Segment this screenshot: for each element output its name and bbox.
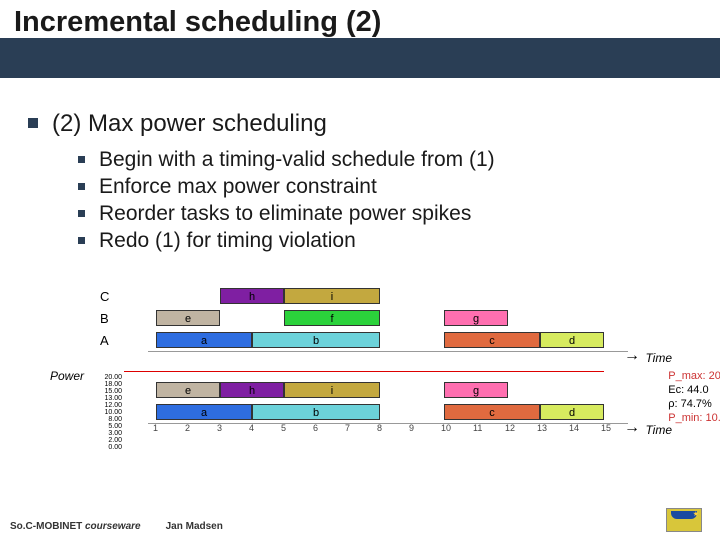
task-bar: d (540, 404, 604, 420)
slide-title: Incremental scheduling (2) (14, 6, 381, 39)
task-bar: b (252, 404, 380, 420)
ist-logo: ★ (666, 508, 702, 532)
title-bar (0, 38, 720, 78)
gantt-row: Aabcd (100, 329, 630, 351)
arrow-right-icon: → (624, 347, 640, 365)
bullet-level2: Enforce max power constraint (78, 175, 700, 199)
task-bar: h (220, 382, 284, 398)
slide: Incremental scheduling (2) (2) Max power… (0, 0, 720, 540)
bullet-square-icon (28, 118, 38, 128)
task-bar: g (444, 382, 508, 398)
task-bar: e (156, 310, 220, 326)
side-values: P_max: 20.0 Ec: 44.0 ρ: 74.7% P_min: 10.… (668, 369, 720, 425)
gantt-row: ehi g (100, 379, 630, 401)
task-bar: c (444, 404, 540, 420)
bullet-level2: Begin with a timing-valid schedule from … (78, 148, 700, 172)
task-bar: e (156, 382, 220, 398)
footer: So.C-MOBINET courseware Jan Madsen (10, 521, 223, 532)
task-bar: i (284, 288, 380, 304)
gantt-row: Befg (100, 307, 630, 329)
bullet-level2: Redo (1) for timing violation (78, 229, 700, 253)
task-bar: i (284, 382, 380, 398)
content-area: (2) Max power scheduling Begin with a ti… (28, 110, 700, 256)
sub-bullet-list: Begin with a timing-valid schedule from … (78, 148, 700, 253)
arrow-right-icon: → (624, 419, 640, 437)
task-bar: c (444, 332, 540, 348)
gantt-row: Chi (100, 285, 630, 307)
gantt-row: afbcd (100, 401, 630, 423)
task-bar: a (156, 332, 252, 348)
bullet-level1: (2) Max power scheduling (28, 110, 700, 138)
task-bar: h (220, 288, 284, 304)
bullet-square-icon (78, 156, 85, 163)
bullet-square-icon (78, 210, 85, 217)
task-bar: a (156, 404, 252, 420)
power-limit-line (124, 371, 604, 372)
task-bar: f (284, 310, 380, 326)
task-bar: g (444, 310, 508, 326)
bullet-square-icon (78, 237, 85, 244)
bullet-level2: Reorder tasks to eliminate power spikes (78, 202, 700, 226)
bullet-square-icon (78, 183, 85, 190)
schedule-diagram: ChiBefgAabcd →Time Power P_max: 20.0 Ec:… (100, 285, 630, 437)
bullet-text: (2) Max power scheduling (52, 110, 327, 138)
task-bar: b (252, 332, 380, 348)
task-bar: d (540, 332, 604, 348)
